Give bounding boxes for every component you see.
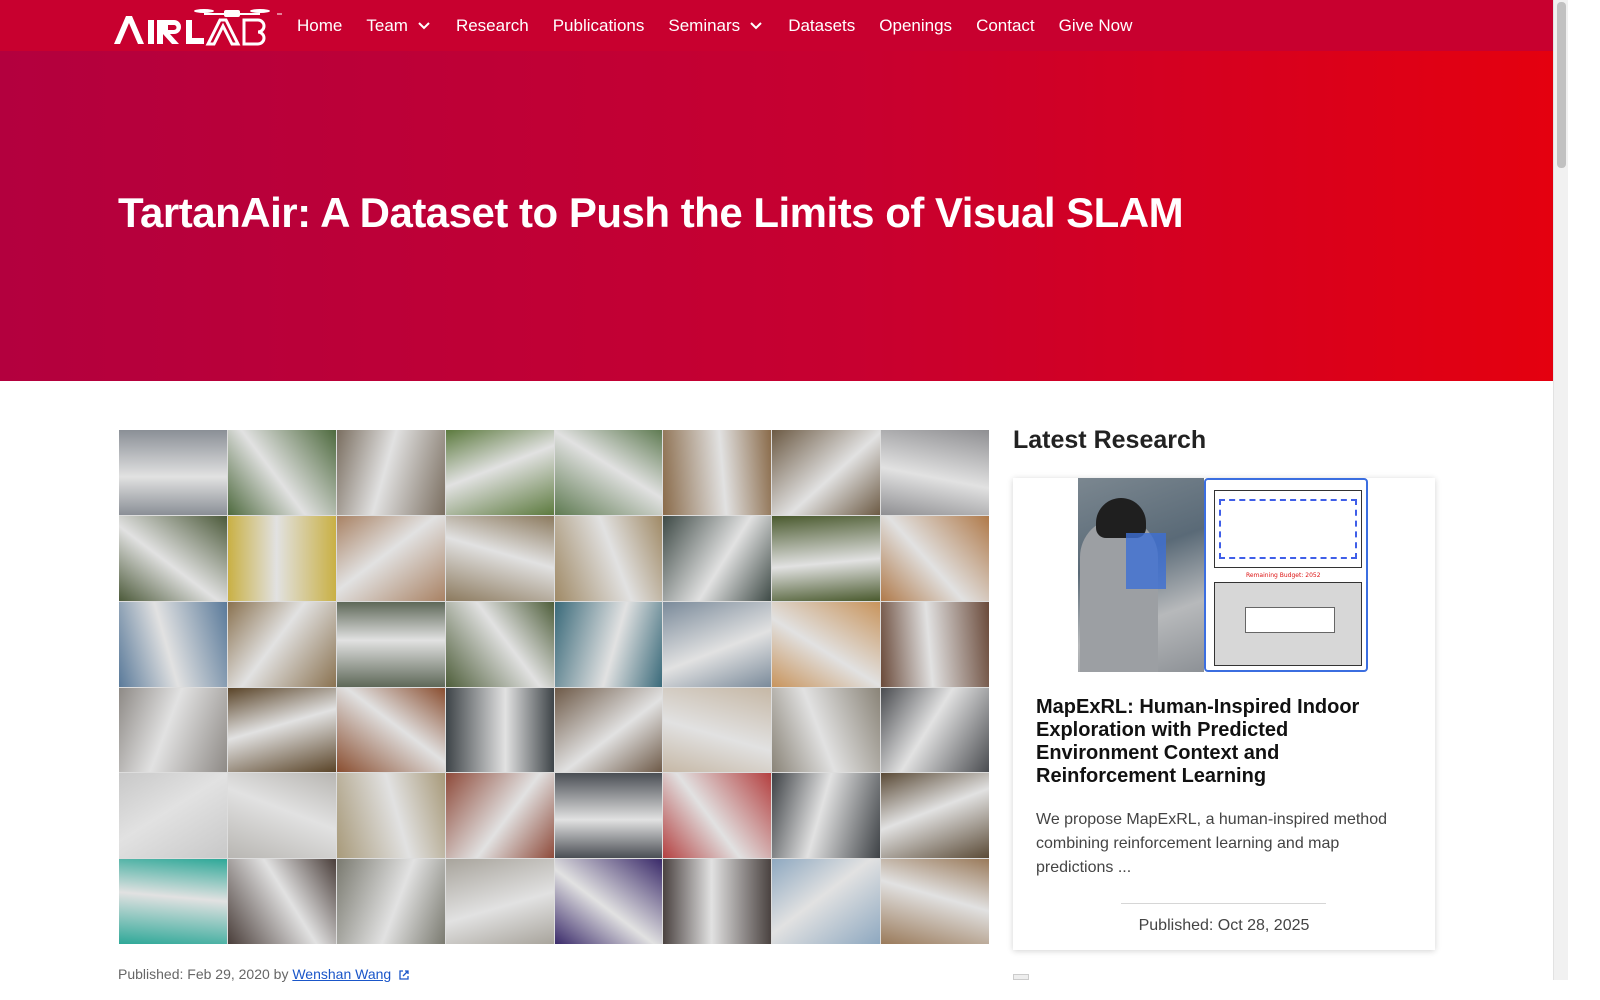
- nav-openings-label: Openings: [879, 15, 953, 35]
- cap-shape: [1096, 498, 1146, 538]
- mosaic-tile: [663, 859, 772, 944]
- mosaic-tile: [227, 687, 336, 773]
- broken-image-icon: [1013, 974, 1029, 980]
- mosaic-tile: [881, 687, 989, 773]
- mosaic-tile: [663, 687, 772, 773]
- nav-research-label: Research: [455, 15, 529, 35]
- mosaic-tile: [227, 430, 336, 515]
- nav-home-label: Home: [297, 15, 343, 35]
- mosaic-tile: [445, 773, 554, 859]
- nav-give-now-label: Give Now: [1058, 15, 1133, 35]
- research-card-description: We propose MapExRL, a human-inspired met…: [1036, 811, 1387, 876]
- main-nav: Home Team Research Publications Seminars…: [297, 0, 1156, 51]
- nav-team-label: Team: [366, 15, 408, 35]
- page-title: TartanAir: A Dataset to Push the Limits …: [118, 189, 1184, 236]
- research-card[interactable]: Remaining Budget: 2052 MapExRL: Human-In…: [1013, 478, 1435, 950]
- nav-home[interactable]: Home: [297, 16, 342, 36]
- predicted-map-panel: [1214, 490, 1362, 568]
- mosaic-tile: [881, 859, 989, 944]
- mosaic-tile: [772, 859, 881, 944]
- mosaic-tile: [554, 859, 663, 944]
- mosaic-tile: [336, 773, 445, 859]
- person-photo: [1078, 478, 1204, 672]
- mosaic-tile: [336, 687, 445, 773]
- mosaic-tile: [772, 687, 881, 773]
- mosaic-tile: [663, 773, 772, 859]
- research-card-title[interactable]: MapExRL: Human-Inspired Indoor Explorati…: [1036, 696, 1416, 788]
- scrollbar-thumb[interactable]: [1557, 2, 1566, 168]
- mosaic-tile: [227, 773, 336, 859]
- mosaic-tile: [119, 687, 227, 773]
- mosaic-tile: [336, 859, 445, 944]
- mosaic-tile: [663, 430, 772, 515]
- mosaic-tile: [772, 601, 881, 687]
- mosaic-tile: [772, 515, 881, 601]
- nav-research[interactable]: Research: [456, 16, 529, 36]
- post-published-line: Published: Feb 29, 2020 by Wenshan Wang: [118, 966, 410, 982]
- mosaic-tile: [772, 430, 881, 515]
- mosaic-tile: [445, 430, 554, 515]
- mosaic-tile: [336, 601, 445, 687]
- card-divider: [1121, 903, 1326, 904]
- mosaic-tile: [119, 515, 227, 601]
- mosaic-tile: [554, 687, 663, 773]
- mosaic-tile: [554, 601, 663, 687]
- mosaic-tile: [119, 773, 227, 859]
- predicted-region: [1219, 499, 1357, 559]
- chevron-down-icon: [750, 21, 762, 29]
- mosaic-tile: [119, 430, 227, 515]
- budget-label: Remaining Budget: 2052: [1246, 572, 1321, 579]
- page-scrollbar[interactable]: [1553, 0, 1568, 980]
- mosaic-tile: [554, 773, 663, 859]
- research-card-date: Published: Oct 28, 2025: [1138, 917, 1310, 934]
- mosaic-tile: [445, 859, 554, 944]
- nav-openings[interactable]: Openings: [879, 16, 952, 36]
- mosaic-tile: [445, 515, 554, 601]
- mosaic-tile: [663, 601, 772, 687]
- observed-map-panel: [1214, 582, 1362, 666]
- mosaic-tile: [227, 859, 336, 944]
- mosaic-tile: [119, 859, 227, 944]
- author-link[interactable]: Wenshan Wang: [292, 966, 391, 982]
- research-card-image[interactable]: Remaining Budget: 2052: [1078, 478, 1368, 672]
- mosaic-tile: [881, 515, 989, 601]
- chevron-down-icon: [418, 21, 430, 29]
- latest-research-heading: Latest Research: [1013, 426, 1207, 454]
- mosaic-tile: [881, 601, 989, 687]
- mosaic-tile: [227, 515, 336, 601]
- mosaic-tile: [881, 430, 989, 515]
- top-navbar: Home Team Research Publications Seminars…: [0, 0, 1553, 51]
- explored-region: [1245, 607, 1335, 633]
- mosaic-tile: [554, 430, 663, 515]
- mosaic-tile: [772, 773, 881, 859]
- nav-datasets[interactable]: Datasets: [788, 16, 855, 36]
- nav-contact[interactable]: Contact: [976, 16, 1035, 36]
- mosaic-tile: [336, 515, 445, 601]
- dataset-mosaic-image: [119, 430, 989, 944]
- mosaic-tile: [445, 601, 554, 687]
- hero-banner: TartanAir: A Dataset to Push the Limits …: [0, 51, 1553, 381]
- mosaic-tile: [881, 773, 989, 859]
- map-plot: Remaining Budget: 2052: [1204, 478, 1368, 672]
- nav-seminars[interactable]: Seminars: [668, 16, 764, 36]
- nav-contact-label: Contact: [976, 15, 1035, 35]
- post-published-text: Published: Feb 29, 2020 by: [118, 966, 293, 982]
- mosaic-tile: [119, 601, 227, 687]
- nav-seminars-label: Seminars: [668, 15, 741, 35]
- mosaic-tile: [663, 515, 772, 601]
- monitor-shape: [1126, 533, 1166, 589]
- nav-team[interactable]: Team: [366, 16, 432, 36]
- mosaic-tile: [336, 430, 445, 515]
- external-link-icon: [399, 970, 409, 980]
- mosaic-tile: [227, 601, 336, 687]
- nav-give-now[interactable]: Give Now: [1059, 16, 1133, 36]
- nav-publications[interactable]: Publications: [553, 16, 645, 36]
- mosaic-tile: [554, 515, 663, 601]
- nav-publications-label: Publications: [552, 15, 645, 35]
- airlab-logo[interactable]: [112, 6, 282, 46]
- nav-datasets-label: Datasets: [788, 15, 856, 35]
- mosaic-tile: [445, 687, 554, 773]
